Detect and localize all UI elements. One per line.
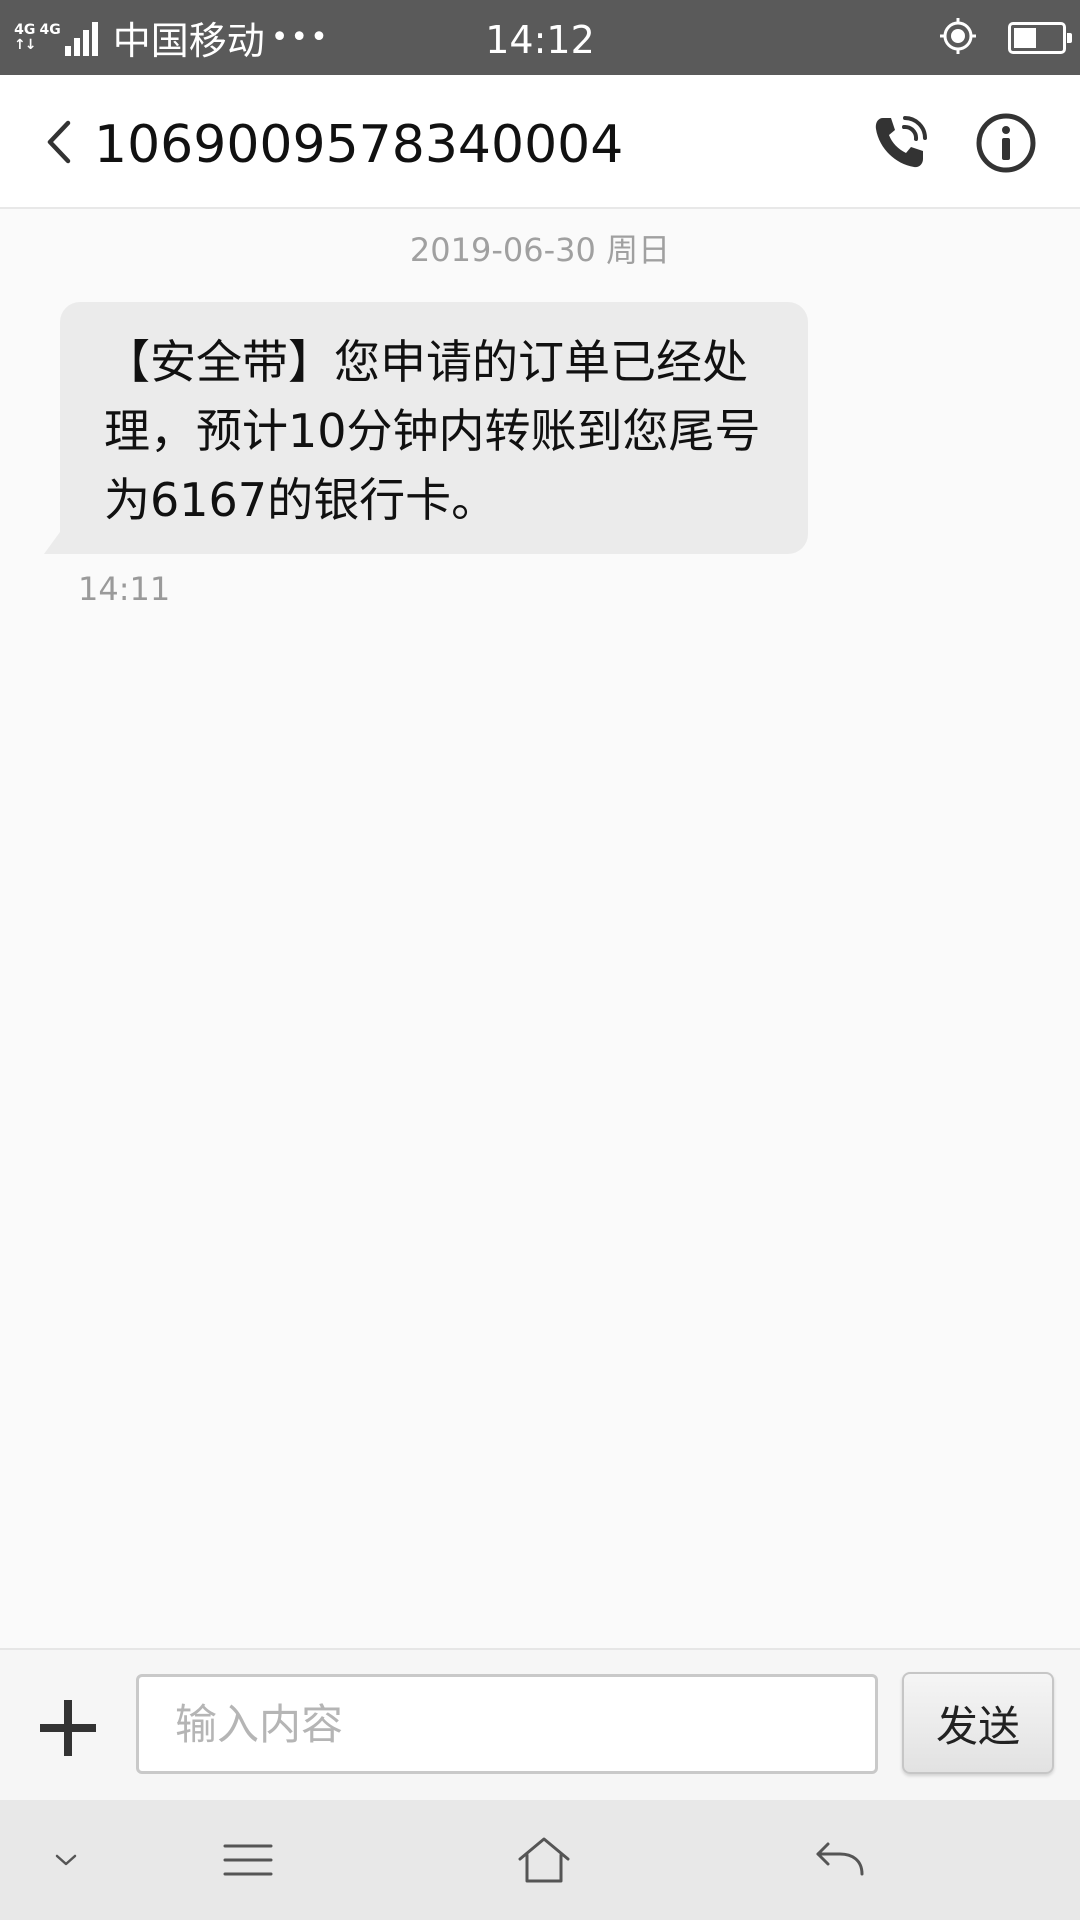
battery-icon: [1008, 21, 1072, 54]
back-button[interactable]: [24, 105, 94, 179]
call-button[interactable]: [862, 105, 938, 181]
plus-icon: [40, 1700, 96, 1756]
phone-call-icon: [875, 116, 927, 168]
back-arrow-icon: [47, 120, 71, 164]
message-text: 【安全带】您申请的订单已经处理，预计10分钟内转账到您尾号为6167的银行卡。: [104, 335, 761, 527]
battery-level: [1014, 27, 1036, 48]
location-icon: [938, 16, 978, 60]
nav-collapse-button[interactable]: [16, 1820, 116, 1900]
info-icon: [976, 113, 1036, 173]
add-attachment-button[interactable]: [30, 1690, 106, 1766]
status-time: 14:12: [485, 18, 595, 62]
message-timestamp: 14:11: [78, 570, 171, 608]
message-input[interactable]: [136, 1674, 878, 1774]
back-icon: [816, 1842, 864, 1876]
menu-icon: [223, 1844, 273, 1876]
home-icon: [518, 1837, 570, 1883]
message-composer: 发送: [0, 1648, 1080, 1800]
info-button[interactable]: [968, 105, 1044, 181]
nav-back-button[interactable]: [790, 1820, 890, 1900]
status-right: [938, 0, 1072, 75]
nav-menu-button[interactable]: [198, 1820, 298, 1900]
send-button[interactable]: 发送: [902, 1672, 1054, 1774]
system-nav-bar: [0, 1800, 1080, 1920]
nav-home-button[interactable]: [494, 1820, 594, 1900]
chevron-down-icon: [55, 1854, 77, 1866]
status-bar: 4G ↑↓ 4G 中国移动 ••• 14:12: [0, 0, 1080, 75]
date-separator: 2019-06-30 周日: [409, 231, 671, 269]
conversation-header: 1069009578340004: [0, 75, 1080, 209]
contact-number-title: 1069009578340004: [94, 115, 624, 175]
incoming-message-bubble[interactable]: 【安全带】您申请的订单已经处理，预计10分钟内转账到您尾号为6167的银行卡。: [44, 302, 808, 554]
